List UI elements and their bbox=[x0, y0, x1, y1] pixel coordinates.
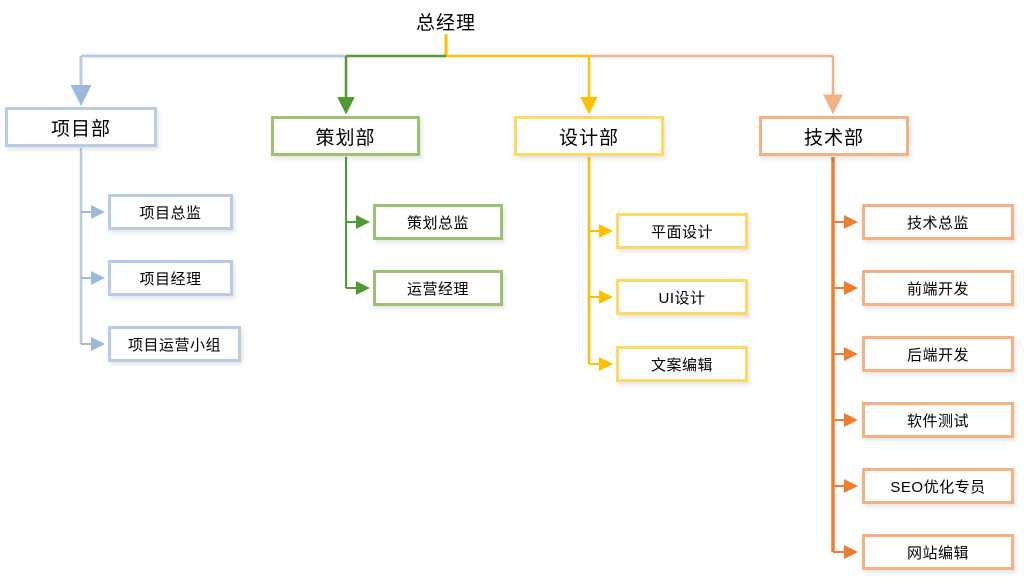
node-department-technology[interactable]: 技术部 bbox=[759, 116, 909, 156]
node-department-planning[interactable]: 策划部 bbox=[271, 116, 420, 156]
node-project-director[interactable]: 项目总监 bbox=[108, 194, 233, 230]
node-software-testing[interactable]: 软件测试 bbox=[862, 402, 1014, 438]
org-chart-canvas: 总经理 项目部 项目总监 项目经理 项目运营小组 策划部 策划总监 运营经理 设… bbox=[0, 0, 1024, 580]
node-backend-development[interactable]: 后端开发 bbox=[862, 336, 1014, 372]
node-planning-director[interactable]: 策划总监 bbox=[373, 204, 503, 240]
node-project-operations-team[interactable]: 项目运营小组 bbox=[108, 326, 241, 362]
node-graphic-design[interactable]: 平面设计 bbox=[616, 213, 748, 249]
node-frontend-development[interactable]: 前端开发 bbox=[862, 270, 1014, 306]
node-root-general-manager[interactable]: 总经理 bbox=[380, 6, 512, 36]
node-copywriting-editing[interactable]: 文案编辑 bbox=[616, 346, 748, 382]
node-website-editor[interactable]: 网站编辑 bbox=[862, 534, 1014, 570]
node-seo-specialist[interactable]: SEO优化专员 bbox=[862, 468, 1014, 504]
node-department-design[interactable]: 设计部 bbox=[514, 116, 664, 156]
node-department-project[interactable]: 项目部 bbox=[5, 107, 157, 147]
node-project-manager[interactable]: 项目经理 bbox=[108, 260, 233, 296]
node-ui-design[interactable]: UI设计 bbox=[616, 279, 748, 315]
node-technical-director[interactable]: 技术总监 bbox=[862, 204, 1014, 240]
node-operations-manager[interactable]: 运营经理 bbox=[373, 270, 503, 306]
